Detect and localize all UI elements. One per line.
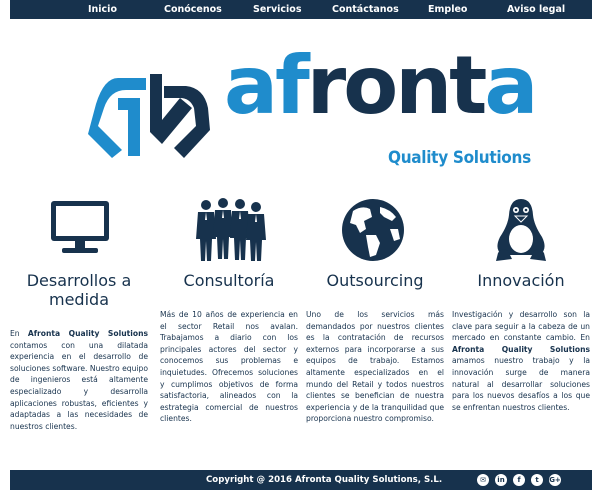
nav-conocenos[interactable]: Conócenos: [164, 4, 222, 15]
linkedin-icon[interactable]: in: [495, 474, 507, 486]
service-description: Más de 10 años de experiencia en el sect…: [160, 310, 298, 424]
twitter-icon[interactable]: t: [531, 474, 543, 486]
nav-aviso-legal[interactable]: Aviso legal: [507, 4, 565, 15]
business-team-icon: [196, 198, 266, 261]
globe-icon: [342, 199, 404, 261]
facebook-icon[interactable]: f: [513, 474, 525, 486]
service-title: Innovación: [477, 271, 565, 290]
service-title: Consultoría: [183, 271, 275, 290]
monitor-icon: [51, 201, 109, 253]
service-title: Outsourcing: [326, 271, 424, 290]
service-title: Desarrollos a: [26, 271, 132, 290]
afronta-symbol-icon: [88, 74, 210, 158]
copyright-text: Copyright @ 2016 Afronta Quality Solutio…: [206, 475, 443, 485]
email-icon[interactable]: ✉: [477, 474, 489, 486]
linux-penguin-icon: [496, 199, 546, 261]
nav-inicio[interactable]: Inicio: [88, 4, 117, 15]
brand-subtitle: Quality Solutions: [388, 148, 531, 168]
service-title-line2: medida: [49, 290, 109, 309]
service-description: Uno de los servicios más demandados por …: [306, 310, 444, 424]
service-description: En Afronta Quality Solutions contamos co…: [10, 329, 148, 431]
brand-wordmark: afronta: [224, 39, 538, 132]
service-description: Investigación y desarrollo son la clave …: [452, 310, 590, 412]
nav-empleo[interactable]: Empleo: [428, 4, 467, 15]
afronta-logo[interactable]: afronta Quality Solutions: [88, 46, 538, 172]
google-plus-icon[interactable]: G+: [549, 474, 561, 486]
nav-servicios[interactable]: Servicios: [253, 4, 302, 15]
footer: Copyright @ 2016 Afronta Quality Solutio…: [10, 470, 592, 490]
nav-contactanos[interactable]: Contáctanos: [332, 4, 399, 15]
top-navigation: Inicio Conócenos Servicios Contáctanos E…: [10, 0, 592, 19]
